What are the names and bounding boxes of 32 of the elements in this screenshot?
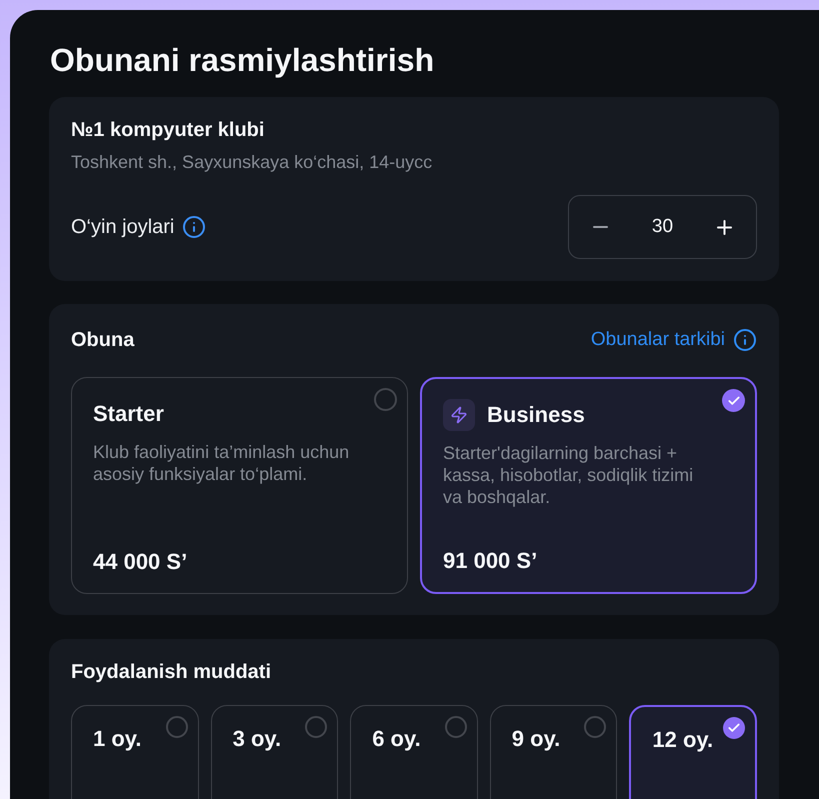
seat-count-value: 30 — [650, 216, 674, 238]
duration-option[interactable]: 6 oy. — [350, 705, 478, 799]
plans-details-link[interactable]: Obunalar tarkibi — [590, 328, 757, 352]
plan-price: 91 000 S’ — [443, 548, 538, 574]
plan-card[interactable]: Business Starter'dagilarning barchasi + kassa, hisobotlar, sodiqlik tizimi va boshqalar. 91 000 S’ — [420, 377, 757, 594]
minus-icon — [592, 226, 608, 228]
lightning-icon — [443, 399, 475, 431]
duration-label: 1 oy. — [93, 726, 142, 752]
subscription-title: Obuna — [71, 329, 134, 351]
duration-label: 3 oy. — [232, 726, 282, 752]
duration-option[interactable]: 12 oy. — [629, 705, 757, 799]
duration-option[interactable]: 9 oy. — [490, 705, 618, 799]
info-icon — [733, 328, 757, 352]
plan-description: Starter'dagilarning barchasi + kassa, hisobotlar, sodiqlik tizimi va boshqalar. — [443, 442, 694, 508]
duration-label: 12 oy. — [652, 727, 714, 753]
plan-card[interactable]: Starter Klub faoliyatini ta’minlash uchun asosiy funksiyalar to‘plami. 44 000 S’ — [71, 377, 408, 594]
duration-title: Foydalanish muddati — [71, 660, 272, 684]
seats-label: O‘yin joylari — [71, 215, 174, 239]
duration-option[interactable]: 3 oy. — [210, 705, 338, 799]
plan-name: Starter — [93, 401, 164, 427]
plus-icon — [717, 220, 732, 234]
club-address: Toshkent sh., Sayxunskaya ko‘chasi, 14-uycc — [71, 151, 432, 173]
club-name: №1 kompyuter klubi — [71, 118, 264, 142]
duration-label: 6 oy. — [372, 726, 421, 752]
seat-count-stepper[interactable]: 30 — [568, 195, 757, 259]
info-icon[interactable] — [182, 215, 206, 239]
plan-name: Business — [487, 402, 585, 428]
page-title: Obunani rasmiylashtirish — [49, 42, 434, 78]
duration-option[interactable]: 1 oy. — [71, 705, 199, 799]
plan-price: 44 000 S’ — [93, 549, 188, 575]
plan-description: Klub faoliyatini ta’minlash uchun asosiy funksiyalar to‘plami. — [93, 441, 350, 485]
duration-label: 9 oy. — [512, 726, 560, 752]
